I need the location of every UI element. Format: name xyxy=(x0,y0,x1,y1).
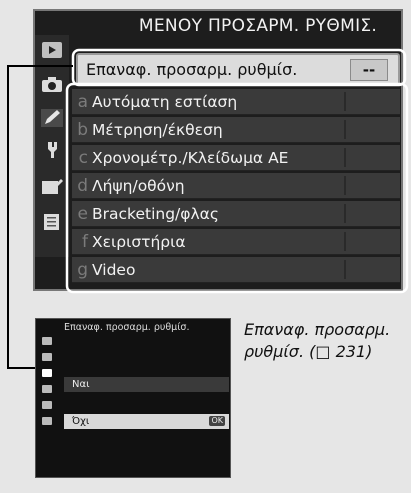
option-no[interactable]: Όχι OK xyxy=(64,414,229,429)
option-yes[interactable]: Ναι xyxy=(64,377,229,392)
my-menu-icon xyxy=(42,417,52,425)
inset-title: Επαναφ. προσαρμ. ρυθμίσ. xyxy=(64,322,190,333)
pencil-icon xyxy=(42,369,52,377)
retouch-icon xyxy=(42,401,52,409)
playback-icon xyxy=(42,337,52,345)
wrench-icon xyxy=(42,385,52,393)
inset-side-tabs xyxy=(38,333,56,443)
caption-page-reference: (□ 231) xyxy=(309,342,373,361)
caption: Επαναφ. προσαρμ. ρυθμίσ. (□ 231) xyxy=(244,319,404,363)
camera-icon xyxy=(42,353,52,361)
option-yes-label: Ναι xyxy=(72,379,90,390)
ok-badge: OK xyxy=(209,416,225,426)
reset-confirm-screen: Επαναφ. προσαρμ. ρυθμίσ. Ναι Όχι OK xyxy=(35,318,231,478)
option-no-label: Όχι xyxy=(72,416,90,427)
